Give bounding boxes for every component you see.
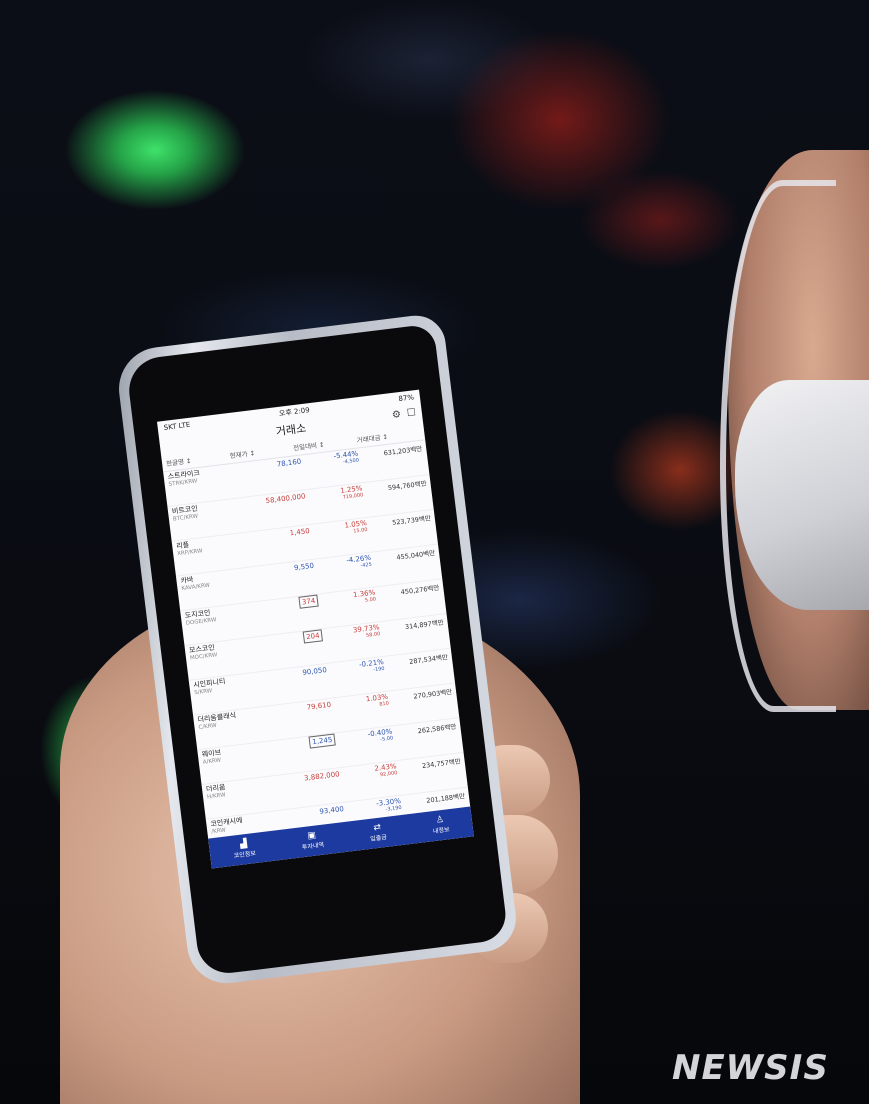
watermark-logo: NEWSIS: [672, 1048, 829, 1088]
coin-price: 90,050: [301, 665, 328, 677]
change-delta: -190: [372, 665, 385, 673]
battery-label: 87%: [397, 393, 415, 404]
coin-price: 78,160: [276, 457, 302, 469]
change-delta: 5.00: [364, 596, 377, 604]
change-delta: -5.00: [379, 735, 394, 743]
tab-label: 투자내역: [301, 841, 325, 852]
coin-change: 39.73% 58.00: [327, 623, 381, 643]
coin-change: -3.30% -3,190: [348, 797, 402, 817]
tab-label: 입출금: [369, 833, 388, 843]
coin-price: 1,450: [289, 527, 311, 538]
settings-icon[interactable]: ⚙: [391, 409, 401, 421]
coin-change: 1.36% 5.00: [323, 589, 377, 608]
coin-change: 1.25% 719,000: [310, 484, 364, 504]
tab-투자내역[interactable]: ▣ 투자내역: [300, 830, 325, 852]
change-delta: 810: [378, 700, 390, 708]
coin-change: -5.44% -4,500: [306, 450, 360, 470]
phone-bezel: SKT LTE 오후 2:09 87% 거래소 ⚙ ☐ 한글명 ↕ 현재가 ↕ …: [125, 323, 509, 977]
coin-price: 93,400: [319, 804, 345, 816]
coin-list: 스트라이크 STRK/KRW 78,160 -5.44% -4,500 631,203백만…: [163, 440, 474, 869]
coin-price: 3,882,000: [303, 770, 341, 783]
coin-price: 1,245: [308, 733, 337, 749]
change-delta: 719,000: [342, 491, 364, 501]
coin-price: 9,550: [293, 561, 315, 573]
change-delta: 92,000: [379, 769, 398, 778]
tab-코인정보[interactable]: ▟ 코인정보: [232, 838, 256, 860]
tab-label: 코인정보: [233, 849, 257, 860]
coin-price: 204: [302, 629, 324, 644]
change-delta: 15.00: [352, 526, 368, 535]
coin-price: 79,610: [306, 700, 332, 712]
coin-change: -4.26% -425: [318, 554, 373, 574]
change-delta: -425: [360, 561, 373, 569]
coin-price: 58,400,000: [265, 492, 306, 506]
tab-label: 내정보: [432, 826, 450, 836]
coin-change: 2.43% 92,000: [344, 762, 398, 782]
coin-change: 1.05% 15.00: [314, 519, 368, 539]
coin-change: 1.03% 810: [336, 693, 390, 713]
page-title: 거래소: [275, 421, 307, 439]
chat-icon[interactable]: ☐: [406, 407, 416, 419]
coin-price: 374: [298, 594, 319, 609]
phone-screen: SKT LTE 오후 2:09 87% 거래소 ⚙ ☐ 한글명 ↕ 현재가 ↕ …: [156, 389, 474, 869]
tab-내정보[interactable]: ♙ 내정보: [431, 815, 450, 836]
carrier-label: SKT LTE: [163, 420, 191, 432]
tab-입출금[interactable]: ⇄ 입출금: [368, 822, 387, 843]
change-delta: -4,500: [342, 457, 360, 466]
coin-change: -0.40% -5.00: [340, 727, 394, 747]
coin-change: -0.21% -190: [331, 658, 385, 678]
